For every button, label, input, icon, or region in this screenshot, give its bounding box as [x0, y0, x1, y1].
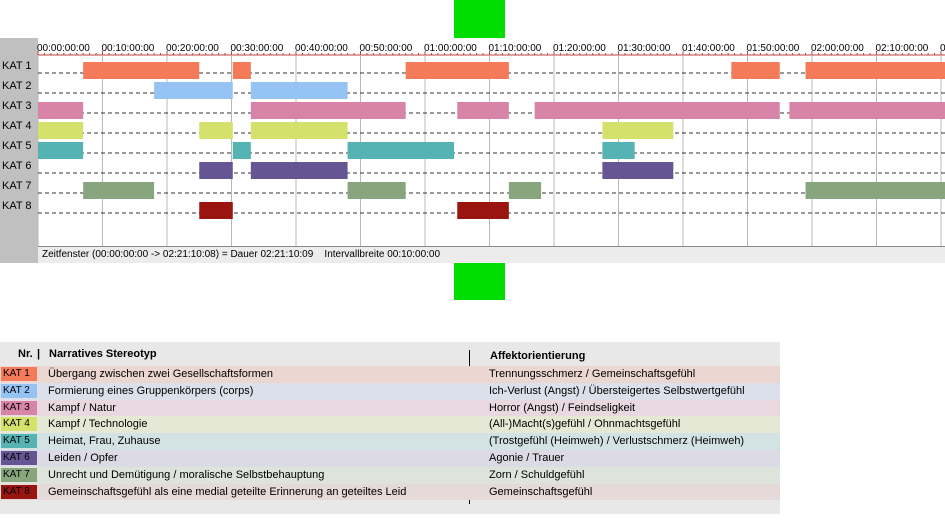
- tick-label: 02:10:00:00: [876, 43, 929, 54]
- timeline-chart[interactable]: 00:00:00:00 00:10:00:00 00:20:00:00 00:30:0…: [0, 38, 945, 246]
- legend-header-affect: Affektorientierung: [490, 350, 586, 362]
- legend-header-nr: Nr.: [18, 348, 33, 360]
- timeline-bar: [457, 202, 509, 219]
- timeline-bar: [250, 162, 348, 179]
- tick-label: 00:10:00:00: [102, 43, 155, 54]
- timeline-bar: [154, 82, 233, 99]
- legend-row: KAT 6 Leiden / Opfer Agonie / Trauer: [0, 449, 780, 467]
- tick-label: 01:30:00:00: [618, 43, 671, 54]
- category-label: KAT 6: [2, 160, 32, 172]
- timeline-panel[interactable]: 00:00:00:00 00:10:00:00 00:20:00:00 00:30:0…: [0, 38, 945, 263]
- timeline-bar: [38, 102, 84, 119]
- legend-affect: Trennungsschmerz / Gemeinschaftsgefühl: [489, 368, 696, 380]
- legend-affect: Ich-Verlust (Angst) / Übersteigertes Sel…: [489, 384, 745, 397]
- legend-header: Nr. | Narratives Stereotyp Affektorienti…: [0, 342, 780, 366]
- tick-label: 02: [940, 43, 945, 54]
- legend-affect: Zorn / Schuldgefühl: [489, 468, 585, 481]
- legend-header-story: Narratives Stereotyp: [49, 348, 157, 360]
- category-swatch: KAT 6: [1, 450, 37, 465]
- timeline-bar: [731, 62, 780, 79]
- legend-story: Formierung eines Gruppenkörpers (corps): [48, 384, 254, 397]
- tick-label: 00:40:00:00: [295, 43, 348, 54]
- legend-affect: (All-)Macht(s)gefühl / Ohnmachtsgefühl: [489, 418, 681, 431]
- legend-row: KAT 1 Übergang zwischen zwei Gesellschaft…: [0, 366, 780, 383]
- category-swatch: KAT 2: [1, 383, 37, 398]
- legend-row: KAT 2 Formierung eines Gruppenkörpers (co…: [0, 382, 780, 400]
- legend-row: KAT 5 Heimat, Frau, Zuhause (Trostgefühl (…: [0, 433, 780, 450]
- tick-label: 00:30:00:00: [231, 43, 284, 54]
- category-swatch: KAT 8: [1, 484, 37, 499]
- category-swatch: KAT 5: [1, 434, 37, 449]
- timeline-bar: [602, 142, 635, 159]
- category-swatch: KAT 4: [1, 417, 37, 432]
- category-label: KAT 5: [2, 140, 32, 152]
- category-legend-table: Nr. | Narratives Stereotyp Affektorienti…: [0, 342, 780, 515]
- category-label: KAT 7: [2, 180, 32, 192]
- timeline-bar: [250, 82, 348, 99]
- timeline-bar: [232, 142, 251, 159]
- timeline-bar: [199, 122, 233, 139]
- timeline-bar: [250, 102, 406, 119]
- timeline-bar: [199, 202, 233, 219]
- legend-story: Übergang zwischen zwei Gesellschaftsform…: [48, 368, 273, 380]
- category-label: KAT 2: [2, 80, 32, 92]
- legend-story: Kampf / Natur: [48, 401, 116, 414]
- legend-story: Unrecht und Demütigung / moralische Selb…: [48, 468, 325, 481]
- timeline-bar: [38, 122, 84, 139]
- playhead-marker-bottom: [454, 263, 505, 300]
- timeline-bar: [508, 182, 542, 199]
- tick-label: 00:20:00:00: [166, 43, 219, 54]
- category-label: KAT 8: [2, 200, 32, 212]
- timeline-bar: [789, 102, 945, 119]
- timeline-bar: [534, 102, 780, 119]
- legend-story: Gemeinschaftsgefühl als eine medial gete…: [48, 485, 407, 498]
- timeline-bar: [602, 122, 674, 139]
- timeline-bar: [405, 62, 509, 79]
- playhead-marker-top: [454, 0, 505, 38]
- tick-label: 01:40:00:00: [682, 43, 735, 54]
- category-swatch: KAT 1: [1, 367, 37, 381]
- timeline-bar: [602, 162, 674, 179]
- tick-label: 01:20:00:00: [553, 43, 606, 54]
- legend-row: KAT 4 Kampf / Technologie (All-)Macht(s)ge…: [0, 416, 780, 434]
- category-label: KAT 4: [2, 120, 32, 132]
- timeline-status-bar: Zeitfenster (00:00:00:00 -> 02:21:10:08)…: [38, 246, 945, 263]
- timeline-bar: [38, 142, 84, 159]
- tick-label: 02:00:00:00: [811, 43, 864, 54]
- legend-affect: Horror (Angst) / Feindseligkeit: [489, 401, 636, 414]
- legend-story: Leiden / Opfer: [48, 451, 118, 464]
- timeline-bar: [347, 142, 455, 159]
- category-label: KAT 3: [2, 100, 32, 112]
- legend-row: KAT 7 Unrecht und Demütigung / moralische…: [0, 466, 780, 484]
- tick-label: 01:00:00:00: [424, 43, 477, 54]
- legend-story: Kampf / Technologie: [48, 418, 148, 431]
- legend-row: KAT 8 Gemeinschaftsgefühl als eine medial…: [0, 483, 780, 501]
- tick-label: 00:50:00:00: [360, 43, 413, 54]
- legend-header-separator: |: [37, 348, 41, 360]
- category-swatch: KAT 3: [1, 400, 37, 415]
- legend-affect: Agonie / Trauer: [489, 451, 565, 464]
- legend-story: Heimat, Frau, Zuhause: [48, 435, 161, 448]
- timeline-bar: [250, 122, 348, 139]
- legend-affect: (Trostgefühl (Heimweh) / Verlustschmerz …: [489, 435, 745, 448]
- timeline-bar: [347, 182, 406, 199]
- tick-label: 01:10:00:00: [489, 43, 542, 54]
- tick-label: 00:00:00:00: [37, 43, 90, 54]
- legend-rows: KAT 1 Übergang zwischen zwei Gesellschaft…: [0, 366, 780, 501]
- timeline-bar: [83, 182, 155, 199]
- category-swatch: KAT 7: [1, 467, 37, 482]
- timeline-bar: [199, 162, 233, 179]
- timeline-bar: [805, 62, 945, 79]
- tick-label: 01:50:00:00: [747, 43, 800, 54]
- legend-row: KAT 3 Kampf / Natur Horror (Angst) / Feind…: [0, 399, 780, 417]
- timeline-bar: [83, 62, 200, 79]
- timeline-bar: [457, 102, 509, 119]
- timeline-bar: [805, 182, 945, 199]
- category-label: KAT 1: [2, 60, 32, 72]
- timeline-bar: [232, 62, 251, 79]
- legend-affect: Gemeinschaftsgefühl: [489, 485, 593, 498]
